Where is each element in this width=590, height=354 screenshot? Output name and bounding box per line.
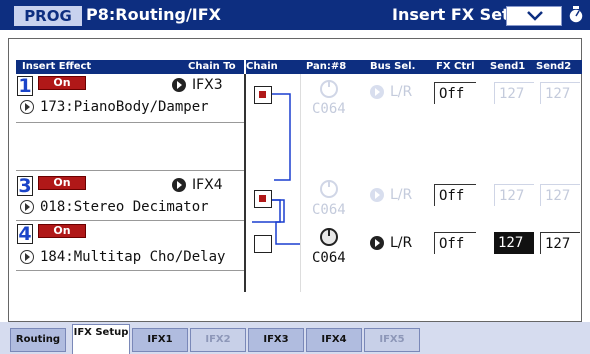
- ifx4-chain-checkbox[interactable]: [254, 235, 272, 253]
- ifx3-on-button[interactable]: On: [38, 176, 86, 190]
- slot-separator: [16, 170, 244, 171]
- pan-knob-icon[interactable]: [320, 80, 338, 98]
- slot-number: 4: [17, 223, 33, 245]
- header-pan: Pan:#8: [306, 61, 347, 72]
- ifx4-effect-name[interactable]: 184:Multitap Cho/Delay: [40, 249, 225, 265]
- chain-routing-lines: [252, 93, 300, 245]
- effect-select-icon[interactable]: [20, 200, 34, 214]
- bus-select-icon[interactable]: [370, 236, 384, 250]
- tab-ifx4[interactable]: IFX4: [306, 328, 362, 352]
- tab-ifx5[interactable]: IFX5: [364, 328, 420, 352]
- ifx3-fx-ctrl[interactable]: Off: [434, 184, 476, 206]
- ifx4-bus[interactable]: L/R: [390, 235, 412, 251]
- tab-ifx-setup[interactable]: IFX Setup: [72, 324, 130, 354]
- ifx4-pan-value[interactable]: C064: [312, 250, 346, 266]
- header-chain: Chain: [246, 61, 278, 72]
- header-insert-effect: Insert Effect: [22, 61, 92, 72]
- slot-separator: [16, 270, 244, 271]
- page-name: P8:Routing/IFX: [86, 5, 221, 24]
- ifx1-effect-name[interactable]: 173:PianoBody/Damper: [40, 99, 209, 115]
- effect-select-icon[interactable]: [20, 250, 34, 264]
- ifx1-on-button[interactable]: On: [38, 76, 86, 90]
- bus-select-icon[interactable]: [370, 85, 384, 99]
- effect-select-icon[interactable]: [20, 100, 34, 114]
- title-bar: PROG P8:Routing/IFX Insert FX Setup: [0, 0, 590, 30]
- bus-select-icon[interactable]: [370, 188, 384, 202]
- chain-to-arrow-icon[interactable]: [172, 178, 186, 192]
- tab-ifx3[interactable]: IFX3: [248, 328, 304, 352]
- ifx1-pan-value[interactable]: C064: [312, 101, 346, 117]
- ifx1-chain-checkbox[interactable]: [254, 86, 272, 104]
- chain-to-arrow-icon[interactable]: [172, 78, 186, 92]
- ifx3-pan-value[interactable]: C064: [312, 202, 346, 218]
- ifx1-fx-ctrl[interactable]: Off: [434, 82, 476, 104]
- ifx3-send1[interactable]: 127: [494, 184, 534, 206]
- ifx4-on-button[interactable]: On: [38, 224, 86, 238]
- ifx4-send2[interactable]: 127: [540, 232, 580, 254]
- header-fx-ctrl: FX Ctrl: [436, 61, 475, 72]
- ifx1-chain-to[interactable]: IFX3: [192, 77, 223, 93]
- page-menu-button[interactable]: [506, 6, 562, 26]
- mode-label: PROG: [14, 6, 82, 26]
- slot-number: 1: [17, 75, 33, 97]
- ifx3-send2[interactable]: 127: [540, 184, 580, 206]
- header-chain-to: Chain To: [188, 61, 236, 72]
- tab-routing[interactable]: Routing: [10, 328, 66, 352]
- slot-separator: [16, 220, 244, 221]
- ifx3-chain-to[interactable]: IFX4: [192, 177, 223, 193]
- header-send1: Send1: [490, 61, 526, 72]
- ifx3-effect-name[interactable]: 018:Stereo Decimator: [40, 199, 209, 215]
- column-header-left: Insert Effect Chain To: [16, 60, 244, 74]
- ifx1-bus[interactable]: L/R: [390, 84, 412, 100]
- tab-ifx2[interactable]: IFX2: [190, 328, 246, 352]
- ifx3-bus[interactable]: L/R: [390, 187, 412, 203]
- header-bus-sel: Bus Sel.: [370, 61, 416, 72]
- column-header-right: Chain Pan:#8 Bus Sel. FX Ctrl Send1 Send…: [246, 60, 582, 74]
- tab-ifx1[interactable]: IFX1: [132, 328, 188, 352]
- header-send2: Send2: [536, 61, 572, 72]
- page-tabs: Routing IFX Setup IFX1 IFX2 IFX3 IFX4 IF…: [0, 322, 590, 354]
- chevron-down-icon: [527, 11, 543, 21]
- pan-knob-icon[interactable]: [320, 228, 338, 246]
- ifx4-send1[interactable]: 127: [494, 232, 534, 254]
- pan-knob-icon[interactable]: [320, 180, 338, 198]
- ifx1-send1[interactable]: 127: [494, 82, 534, 104]
- ifx4-fx-ctrl[interactable]: Off: [434, 232, 476, 254]
- slot-separator: [16, 122, 244, 123]
- ifx1-send2[interactable]: 127: [540, 82, 580, 104]
- ifx3-chain-checkbox[interactable]: [254, 190, 272, 208]
- slot-number: 3: [17, 175, 33, 197]
- tempo-icon[interactable]: [566, 5, 586, 25]
